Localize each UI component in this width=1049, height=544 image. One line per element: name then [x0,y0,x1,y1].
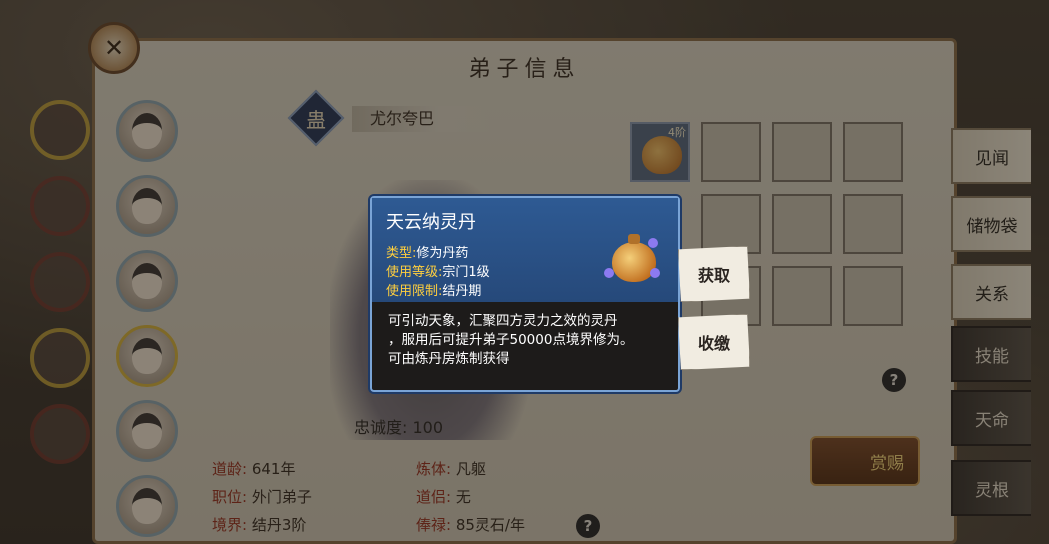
pill-gourd-icon [604,234,660,282]
take-button[interactable]: 获取 [678,246,750,302]
description-line: ，服用后可提升弟子50000点境界修为。 [388,332,634,348]
item-name: 天云纳灵丹 [386,212,476,233]
orb-decor [650,268,660,278]
confiscate-button[interactable]: 收缴 [678,314,750,370]
row-value: 修为丹药 [416,246,469,261]
item-description: 可引动天象，汇聚四方灵力之效的灵丹 ，服用后可提升弟子50000点境界修为。 可… [372,302,678,379]
row-value: 结丹期 [442,284,482,299]
row-label: 使用限制: [386,284,443,299]
description-line: 可由炼丹房炼制获得 [388,351,510,367]
popup-header: 天云纳灵丹 类型:修为丹药 使用等级:宗门1级 使用限制:结丹期 [372,198,678,302]
orb-decor [648,238,658,248]
item-detail-popup: 天云纳灵丹 类型:修为丹药 使用等级:宗门1级 使用限制:结丹期 可引动天象，汇… [370,196,680,392]
description-line: 可引动天象，汇聚四方灵力之效的灵丹 [388,313,618,329]
item-limit-row: 使用限制:结丹期 [386,282,664,301]
row-label: 类型: [386,246,417,261]
orb-decor [604,268,614,278]
row-label: 使用等级: [386,265,443,280]
row-value: 宗门1级 [442,265,490,280]
